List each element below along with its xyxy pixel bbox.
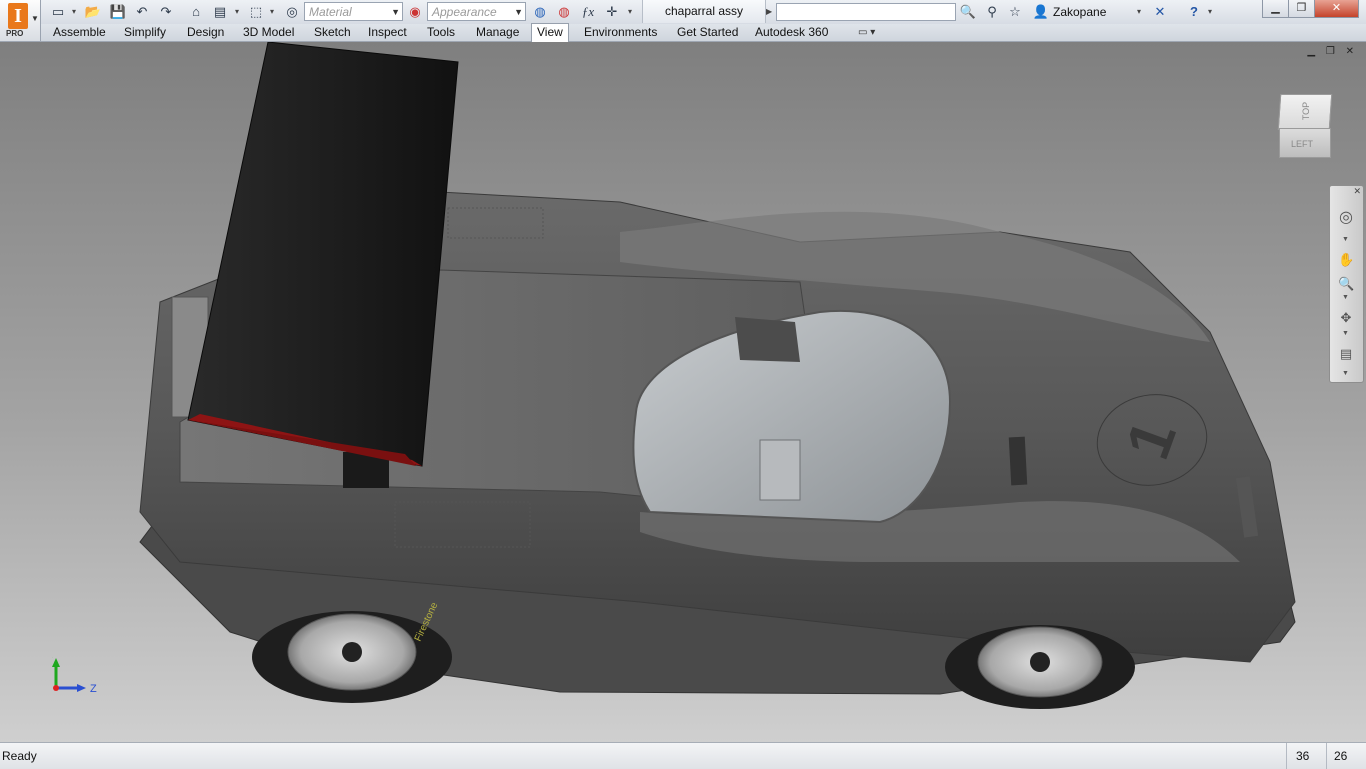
select-icon[interactable]: ⬚: [246, 3, 266, 21]
chevron-down-icon[interactable]: ▾: [72, 3, 76, 21]
navigation-bar: ✕ ◎ ▼ ✋ 🔍 ▼ ✥ ▼ ▤ ▼: [1329, 185, 1364, 383]
tab-environments[interactable]: Environments: [584, 24, 657, 41]
chevron-down-icon[interactable]: ▾: [1208, 3, 1212, 21]
z-label: Z: [90, 683, 97, 695]
engine-scoop: [735, 317, 800, 362]
user-name[interactable]: Zakopane: [1053, 0, 1106, 24]
plus-icon[interactable]: ✛: [602, 3, 622, 21]
fx-icon[interactable]: ƒx: [578, 3, 598, 21]
seat: [759, 439, 801, 501]
customize-icon[interactable]: ▼: [1342, 370, 1349, 377]
zoom-icon[interactable]: 🔍: [1338, 276, 1354, 292]
close-button[interactable]: ✕: [1314, 0, 1359, 18]
tab-design[interactable]: Design: [187, 24, 224, 41]
clear-appearance-icon[interactable]: ◍: [554, 3, 574, 21]
tab-get-started[interactable]: Get Started: [677, 24, 738, 41]
chevron-down-icon[interactable]: ▾: [270, 3, 274, 21]
tab-manage[interactable]: Manage: [476, 24, 519, 41]
inventor-logo-icon: I: [8, 3, 28, 29]
tab-3d-model[interactable]: 3D Model: [243, 24, 294, 41]
axis-triad: Z Y: [52, 657, 97, 695]
chevron-down-icon[interactable]: ▼: [1342, 236, 1349, 243]
status-text: Ready: [2, 749, 37, 763]
tab-tools[interactable]: Tools: [427, 24, 455, 41]
y-label: Y: [52, 657, 53, 659]
car-model[interactable]: 1 Firestone: [0, 42, 1366, 742]
binoculars-icon[interactable]: ⚲: [982, 3, 1002, 21]
chevron-down-icon[interactable]: ▾: [1137, 3, 1141, 21]
new-icon[interactable]: ▭: [48, 3, 68, 21]
search-icon[interactable]: 🔍: [958, 3, 978, 21]
undo-icon[interactable]: ↶: [132, 3, 152, 21]
hood-vent: [1008, 436, 1028, 486]
front-wheel: [945, 625, 1135, 709]
rear-wing: [187, 42, 459, 467]
chevron-down-icon[interactable]: ▼: [1342, 330, 1349, 337]
chevron-right-icon[interactable]: ▶: [766, 3, 772, 21]
tab-view[interactable]: View: [531, 23, 569, 42]
home-icon[interactable]: ⌂: [186, 3, 206, 21]
appearance-combo[interactable]: Appearance ▼: [427, 2, 526, 21]
pan-hand-icon[interactable]: ✋: [1338, 252, 1354, 268]
origin-dot: [53, 685, 59, 691]
y-arrow-icon: [52, 658, 60, 667]
status-divider: [1326, 743, 1327, 769]
graphics-viewport[interactable]: ▁ ❐ ✕ 1 Firestone TOP LEFT ✕ ◎ ▼ ✋ 🔍 ▼ ✥…: [0, 42, 1366, 742]
tab-assemble[interactable]: Assemble: [53, 24, 106, 41]
save-icon[interactable]: 💾: [108, 3, 128, 21]
tab-simplify[interactable]: Simplify: [124, 24, 166, 41]
close-icon[interactable]: ✕: [1353, 186, 1361, 197]
chevron-down-icon[interactable]: ▾: [235, 3, 239, 21]
tab-inspect[interactable]: Inspect: [368, 24, 407, 41]
restore-button[interactable]: ❐: [1288, 0, 1315, 18]
user-icon[interactable]: 👤: [1031, 3, 1051, 21]
tab-autodesk-360[interactable]: Autodesk 360: [755, 24, 828, 41]
edition-label: PRO: [6, 29, 24, 38]
document-title: chaparral assy: [642, 0, 766, 23]
status-occurrence-count: 36: [1296, 749, 1310, 763]
exchange-icon[interactable]: ✕: [1150, 3, 1170, 21]
viewcube-left-label: LEFT: [1291, 139, 1314, 149]
search-input[interactable]: [776, 3, 956, 21]
adjust-icon[interactable]: ◍: [530, 3, 550, 21]
minimize-button[interactable]: ▁: [1262, 0, 1289, 18]
customize-icon[interactable]: ▾: [628, 3, 632, 21]
status-divider: [1286, 743, 1287, 769]
appearance-icon[interactable]: ◉: [405, 3, 425, 21]
steering-wheel-icon[interactable]: ◎: [1338, 210, 1354, 226]
star-icon[interactable]: ☆: [1005, 3, 1025, 21]
material-icon[interactable]: ◎: [282, 3, 302, 21]
ribbon-tab-bar: Assemble Simplify Design 3D Model Sketch…: [0, 23, 1366, 42]
application-menu-button[interactable]: I PRO ▼: [0, 0, 41, 41]
ribbon-display-toggle-icon[interactable]: ▭ ▾: [858, 24, 875, 41]
tab-sketch[interactable]: Sketch: [314, 24, 351, 41]
z-arrow-icon: [77, 684, 86, 692]
viewcube[interactable]: TOP LEFT: [1277, 92, 1333, 158]
viewcube-top-label: TOP: [1301, 101, 1312, 121]
orbit-icon[interactable]: ✥: [1338, 310, 1354, 326]
help-icon[interactable]: ?: [1184, 3, 1204, 21]
quick-access-toolbar: I PRO ▼ ▭ ▾ 📂 💾 ↶ ↷ ⌂ ▤ ▾ ⬚ ▾ ◎ Material…: [0, 0, 1366, 41]
open-icon[interactable]: 📂: [83, 3, 103, 21]
material-combo[interactable]: Material ▼: [304, 2, 403, 21]
chevron-down-icon: ▼: [31, 14, 39, 23]
redo-icon[interactable]: ↷: [156, 3, 176, 21]
chevron-down-icon[interactable]: ▼: [1342, 294, 1349, 301]
status-bar: Ready 36 26: [0, 742, 1366, 769]
status-document-count: 26: [1334, 749, 1348, 763]
look-at-icon[interactable]: ▤: [1338, 346, 1354, 362]
update-icon[interactable]: ▤: [210, 3, 230, 21]
